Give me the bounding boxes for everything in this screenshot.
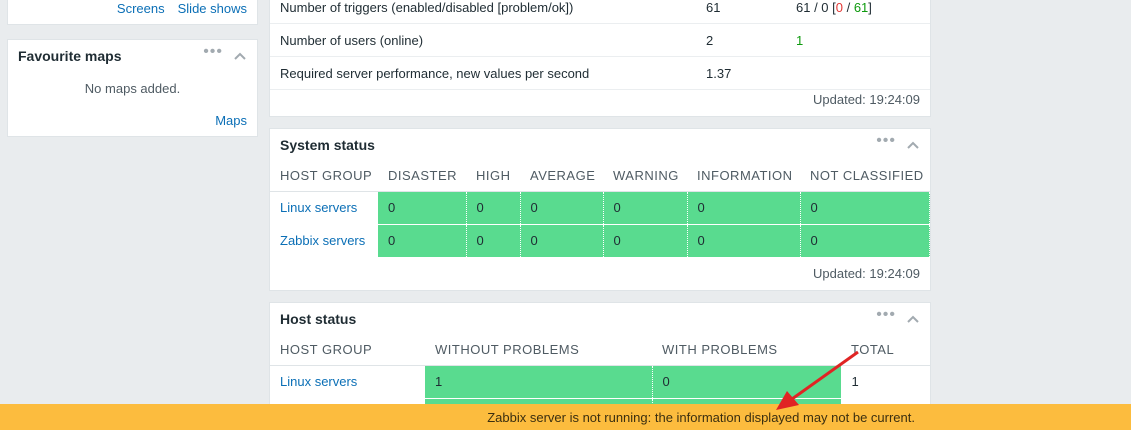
maps-link[interactable]: Maps [215,113,247,128]
info-label: Required server performance, new values … [280,65,590,81]
info-row: Number of triggers (enabled/disabled [pr… [270,0,930,24]
table-header: HOST GROUP WITHOUT PROBLEMS WITH PROBLEM… [270,335,930,366]
column-header: AVERAGE [520,161,603,192]
screens-link[interactable]: Screens [117,1,165,16]
info-row: Number of users (online) 2 1 [270,24,930,57]
chevron-up-icon[interactable] [233,49,247,63]
favourite-screens-widget: Screens Slide shows [7,0,258,25]
severity-cell[interactable]: 0 [378,224,467,258]
column-header: HIGH [466,161,520,192]
more-options-icon[interactable]: ••• [203,44,223,60]
host-group-link[interactable]: Linux servers [280,200,357,215]
info-label: Number of users (online) [280,32,424,48]
table-row: Linux servers 0 0 0 0 0 0 [270,191,930,225]
severity-cell[interactable]: 0 [520,224,604,258]
severity-cell[interactable]: 0 [466,191,521,225]
column-header: NOT CLASSIFIED [800,161,930,192]
severity-cell[interactable]: 0 [466,224,521,258]
system-status-table: HOST GROUP DISASTER HIGH AVERAGE WARNING… [270,161,930,258]
no-maps-text: No maps added. [84,81,181,96]
info-label: Number of triggers (enabled/disabled [pr… [280,0,574,15]
banner-message: Zabbix server is not running: the inform… [487,409,915,425]
favourite-maps-title: Favourite maps [18,48,122,64]
severity-cell[interactable]: 0 [520,191,604,225]
severity-cell[interactable]: 0 [378,191,467,225]
column-header: HOST GROUP [270,335,425,366]
chevron-up-icon[interactable] [906,312,920,326]
host-status-title: Host status [280,311,357,327]
table-header: HOST GROUP DISASTER HIGH AVERAGE WARNING… [270,161,930,192]
severity-cell[interactable]: 0 [603,224,688,258]
with-problems-cell[interactable]: 0 [652,365,842,399]
chevron-up-icon[interactable] [906,138,920,152]
severity-cell[interactable]: 0 [800,191,930,225]
column-header: HOST GROUP [270,161,378,192]
slide-shows-link[interactable]: Slide shows [178,1,247,16]
info-row: Required server performance, new values … [270,57,930,90]
severity-cell[interactable]: 0 [687,191,801,225]
updated-timestamp: Updated: 19:24:09 [813,266,920,281]
column-header: WARNING [603,161,687,192]
more-options-icon[interactable]: ••• [876,133,896,149]
system-status-title: System status [280,137,375,153]
zabbix-status-widget: Number of triggers (enabled/disabled [pr… [269,0,931,117]
table-row: Linux servers 1 0 1 [270,365,930,399]
severity-cell[interactable]: 0 [687,224,801,258]
severity-cell[interactable]: 0 [800,224,930,258]
info-value: 2 [706,32,714,48]
column-header: WITHOUT PROBLEMS [425,335,652,366]
column-header: DISASTER [378,161,466,192]
favourite-maps-widget: Favourite maps ••• No maps added. Maps [7,39,258,137]
info-extra: 1 [796,32,804,48]
info-value: 1.37 [706,65,732,81]
host-group-link[interactable]: Linux servers [280,374,357,389]
system-status-widget: System status ••• HOST GROUP DISASTER HI… [269,128,931,291]
info-value: 61 [706,0,721,15]
column-header: WITH PROBLEMS [652,335,841,366]
column-header: INFORMATION [687,161,800,192]
without-problems-cell[interactable]: 1 [425,365,653,399]
total-cell: 1 [841,365,930,399]
more-options-icon[interactable]: ••• [876,307,896,323]
severity-cell[interactable]: 0 [603,191,688,225]
table-row: Zabbix servers 0 0 0 0 0 0 [270,224,930,258]
host-group-link[interactable]: Zabbix servers [280,233,365,248]
info-extra: 61 / 0 [0 / 61] [796,0,872,15]
column-header: TOTAL [841,335,930,366]
updated-timestamp: Updated: 19:24:09 [813,92,920,107]
server-not-running-banner: Zabbix server is not running: the inform… [0,404,1131,430]
